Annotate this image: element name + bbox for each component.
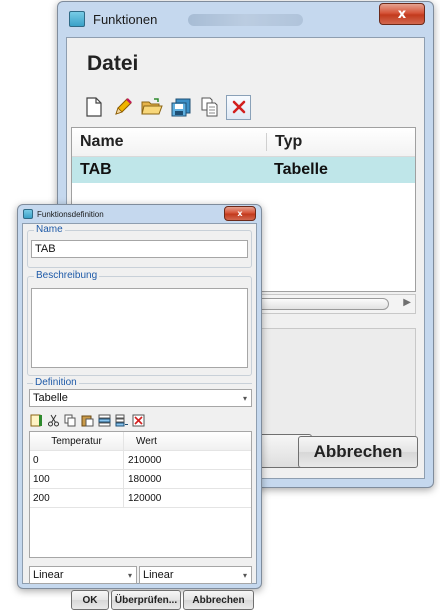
definition-titlebar[interactable]: Funktionsdefinition x: [18, 205, 261, 223]
definition-toolbar: [29, 412, 145, 428]
functions-titlebar[interactable]: Funktionen x: [58, 2, 433, 36]
interpolation-right-select[interactable]: Linear ▾: [139, 566, 252, 584]
definition-group: Definition: [27, 377, 252, 388]
table-cell-temperatur[interactable]: 100: [30, 470, 124, 488]
name-input[interactable]: TAB: [31, 240, 248, 258]
delete-icon[interactable]: [226, 94, 251, 120]
chevron-down-icon: ▾: [242, 393, 247, 403]
window-icon: [69, 11, 85, 27]
definition-window-title: Funktionsdefinition: [37, 209, 104, 219]
list-item[interactable]: TAB Tabelle: [72, 157, 415, 183]
delete-row-icon[interactable]: [131, 413, 145, 427]
table-cell-temperatur[interactable]: 200: [30, 489, 124, 507]
append-row-icon[interactable]: [114, 413, 128, 427]
function-definition-window: Funktionsdefinition x Name TAB Beschreib…: [17, 204, 262, 610]
definition-client-area: Name TAB Beschreibung Definition Tabelle…: [22, 223, 257, 610]
table-header: Temperatur Wert: [30, 432, 251, 451]
list-header: Name Typ: [72, 128, 415, 157]
paste-icon[interactable]: [80, 413, 94, 427]
section-title: Datei: [87, 52, 139, 75]
column-header-temperatur[interactable]: Temperatur: [30, 432, 124, 450]
new-document-icon[interactable]: [81, 95, 106, 120]
copy-icon[interactable]: [197, 95, 222, 120]
column-header-wert[interactable]: Wert: [124, 432, 157, 450]
insert-row-icon[interactable]: [97, 413, 111, 427]
functions-window-title: Funktionen: [93, 11, 158, 27]
column-header-typ[interactable]: Typ: [267, 133, 302, 151]
table-cell-wert[interactable]: 180000: [124, 470, 161, 488]
interpolation-left-select[interactable]: Linear ▾: [29, 566, 137, 584]
functions-toolbar: [81, 92, 251, 122]
open-folder-icon[interactable]: [139, 95, 164, 120]
table-edit-icon[interactable]: [29, 413, 43, 427]
list-item-name: TAB: [80, 161, 112, 178]
close-icon[interactable]: x: [379, 3, 425, 25]
definition-type-value: Tabelle: [33, 392, 68, 404]
definition-type-select[interactable]: Tabelle ▾: [29, 389, 252, 407]
interpolation-left-value: Linear: [33, 569, 64, 581]
check-button[interactable]: Überprüfen...: [111, 590, 181, 610]
table-row[interactable]: 100 180000: [30, 470, 251, 489]
name-legend: Name: [34, 224, 65, 235]
definition-table[interactable]: Temperatur Wert 0 210000 100 180000 200 …: [29, 431, 252, 558]
chevron-down-icon: ▾: [242, 570, 247, 580]
chevron-down-icon: ▾: [127, 570, 132, 580]
scroll-right-arrow-icon[interactable]: ▶: [403, 297, 411, 308]
list-item-typ: Tabelle: [274, 161, 328, 178]
cut-icon[interactable]: [46, 413, 60, 427]
interpolation-right-value: Linear: [143, 569, 174, 581]
name-group: Name TAB: [27, 224, 252, 268]
description-textarea[interactable]: [31, 288, 248, 368]
column-header-name[interactable]: Name: [72, 133, 267, 151]
close-icon[interactable]: x: [224, 206, 256, 221]
table-row[interactable]: 0 210000: [30, 451, 251, 470]
description-legend: Beschreibung: [34, 270, 100, 281]
edit-pencil-icon[interactable]: [110, 95, 135, 120]
table-cell-wert[interactable]: 120000: [124, 489, 161, 507]
table-cell-wert[interactable]: 210000: [124, 451, 161, 469]
cancel-button[interactable]: Abbrechen: [298, 436, 418, 468]
cancel-button[interactable]: Abbrechen: [183, 590, 254, 610]
save-icon[interactable]: [168, 95, 193, 120]
description-group: Beschreibung: [27, 270, 252, 376]
ok-button[interactable]: OK: [71, 590, 109, 610]
blurred-title-text: [188, 14, 303, 26]
table-row[interactable]: 200 120000: [30, 489, 251, 508]
definition-legend: Definition: [33, 377, 79, 388]
window-icon: [23, 209, 33, 219]
copy-icon[interactable]: [63, 413, 77, 427]
table-cell-temperatur[interactable]: 0: [30, 451, 124, 469]
